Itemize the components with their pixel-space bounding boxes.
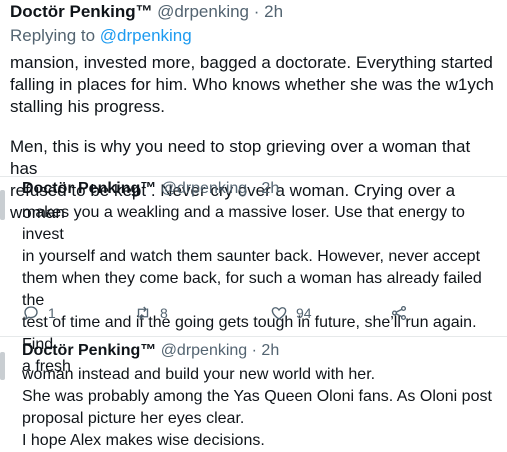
- tweet-header: Doctör Penking™ @drpenking · 2h: [10, 2, 283, 22]
- handle-time[interactable]: @drpenking · 2h: [161, 342, 280, 359]
- replying-to-row: Replying to @drpenking: [10, 26, 192, 46]
- tweet-line: woman instead and build your new world w…: [22, 366, 376, 383]
- tweet-line: makes you a weakling and a massive loser…: [22, 204, 465, 243]
- like-button[interactable]: 94: [270, 304, 312, 322]
- tweet-line: She was probably among the Yas Queen Olo…: [22, 388, 492, 405]
- reply-icon: [24, 306, 38, 321]
- tweet-header: Doctör Penking™ @drpenking · 2h: [22, 180, 279, 198]
- retweet-button[interactable]: 8: [134, 304, 168, 322]
- tweet-line: proposal picture her eyes clear.: [22, 410, 245, 427]
- tweet-line: I hope Alex makes wise decisions.: [22, 432, 265, 449]
- tweet-line: falling in places for him. Who knows whe…: [10, 75, 494, 94]
- replying-prefix: Replying to: [10, 26, 96, 45]
- heart-icon: [271, 307, 287, 320]
- tweet-header: Doctör Penking™ @drpenking · 2h: [22, 342, 279, 360]
- tweet-line: mansion, invested more, bagged a doctora…: [10, 53, 493, 72]
- tweet-line: in yourself and watch them saunter back.…: [22, 248, 481, 265]
- share-icon: [391, 305, 407, 321]
- author-name[interactable]: Doctör Penking™: [22, 180, 156, 197]
- tweet-line: Men, this is why you need to stop grievi…: [10, 137, 471, 178]
- divider: [0, 336, 507, 337]
- tweet-body: mansion, invested more, bagged a doctora…: [10, 52, 502, 224]
- thread-marker: [0, 352, 5, 380]
- retweet-count: 8: [160, 305, 168, 321]
- author-name[interactable]: Doctör Penking™: [10, 2, 153, 21]
- handle-time[interactable]: @drpenking · 2h: [161, 180, 280, 197]
- thread-marker: [0, 190, 5, 220]
- like-count: 94: [296, 305, 312, 321]
- divider: [0, 176, 507, 177]
- share-button[interactable]: [390, 304, 408, 322]
- tweet-actions: 1 8 94: [22, 304, 442, 326]
- tweet-line: [10, 118, 502, 136]
- tweet-body: woman instead and build your new world w…: [22, 364, 506, 452]
- tweet-line: stalling his progress.: [10, 97, 165, 116]
- handle-time[interactable]: @drpenking · 2h: [157, 2, 283, 21]
- reply-count: 1: [48, 305, 56, 321]
- replying-to-handle[interactable]: @drpenking: [100, 26, 192, 45]
- retweet-icon: [137, 306, 149, 320]
- reply-button[interactable]: 1: [22, 304, 56, 322]
- author-name[interactable]: Doctör Penking™: [22, 342, 156, 359]
